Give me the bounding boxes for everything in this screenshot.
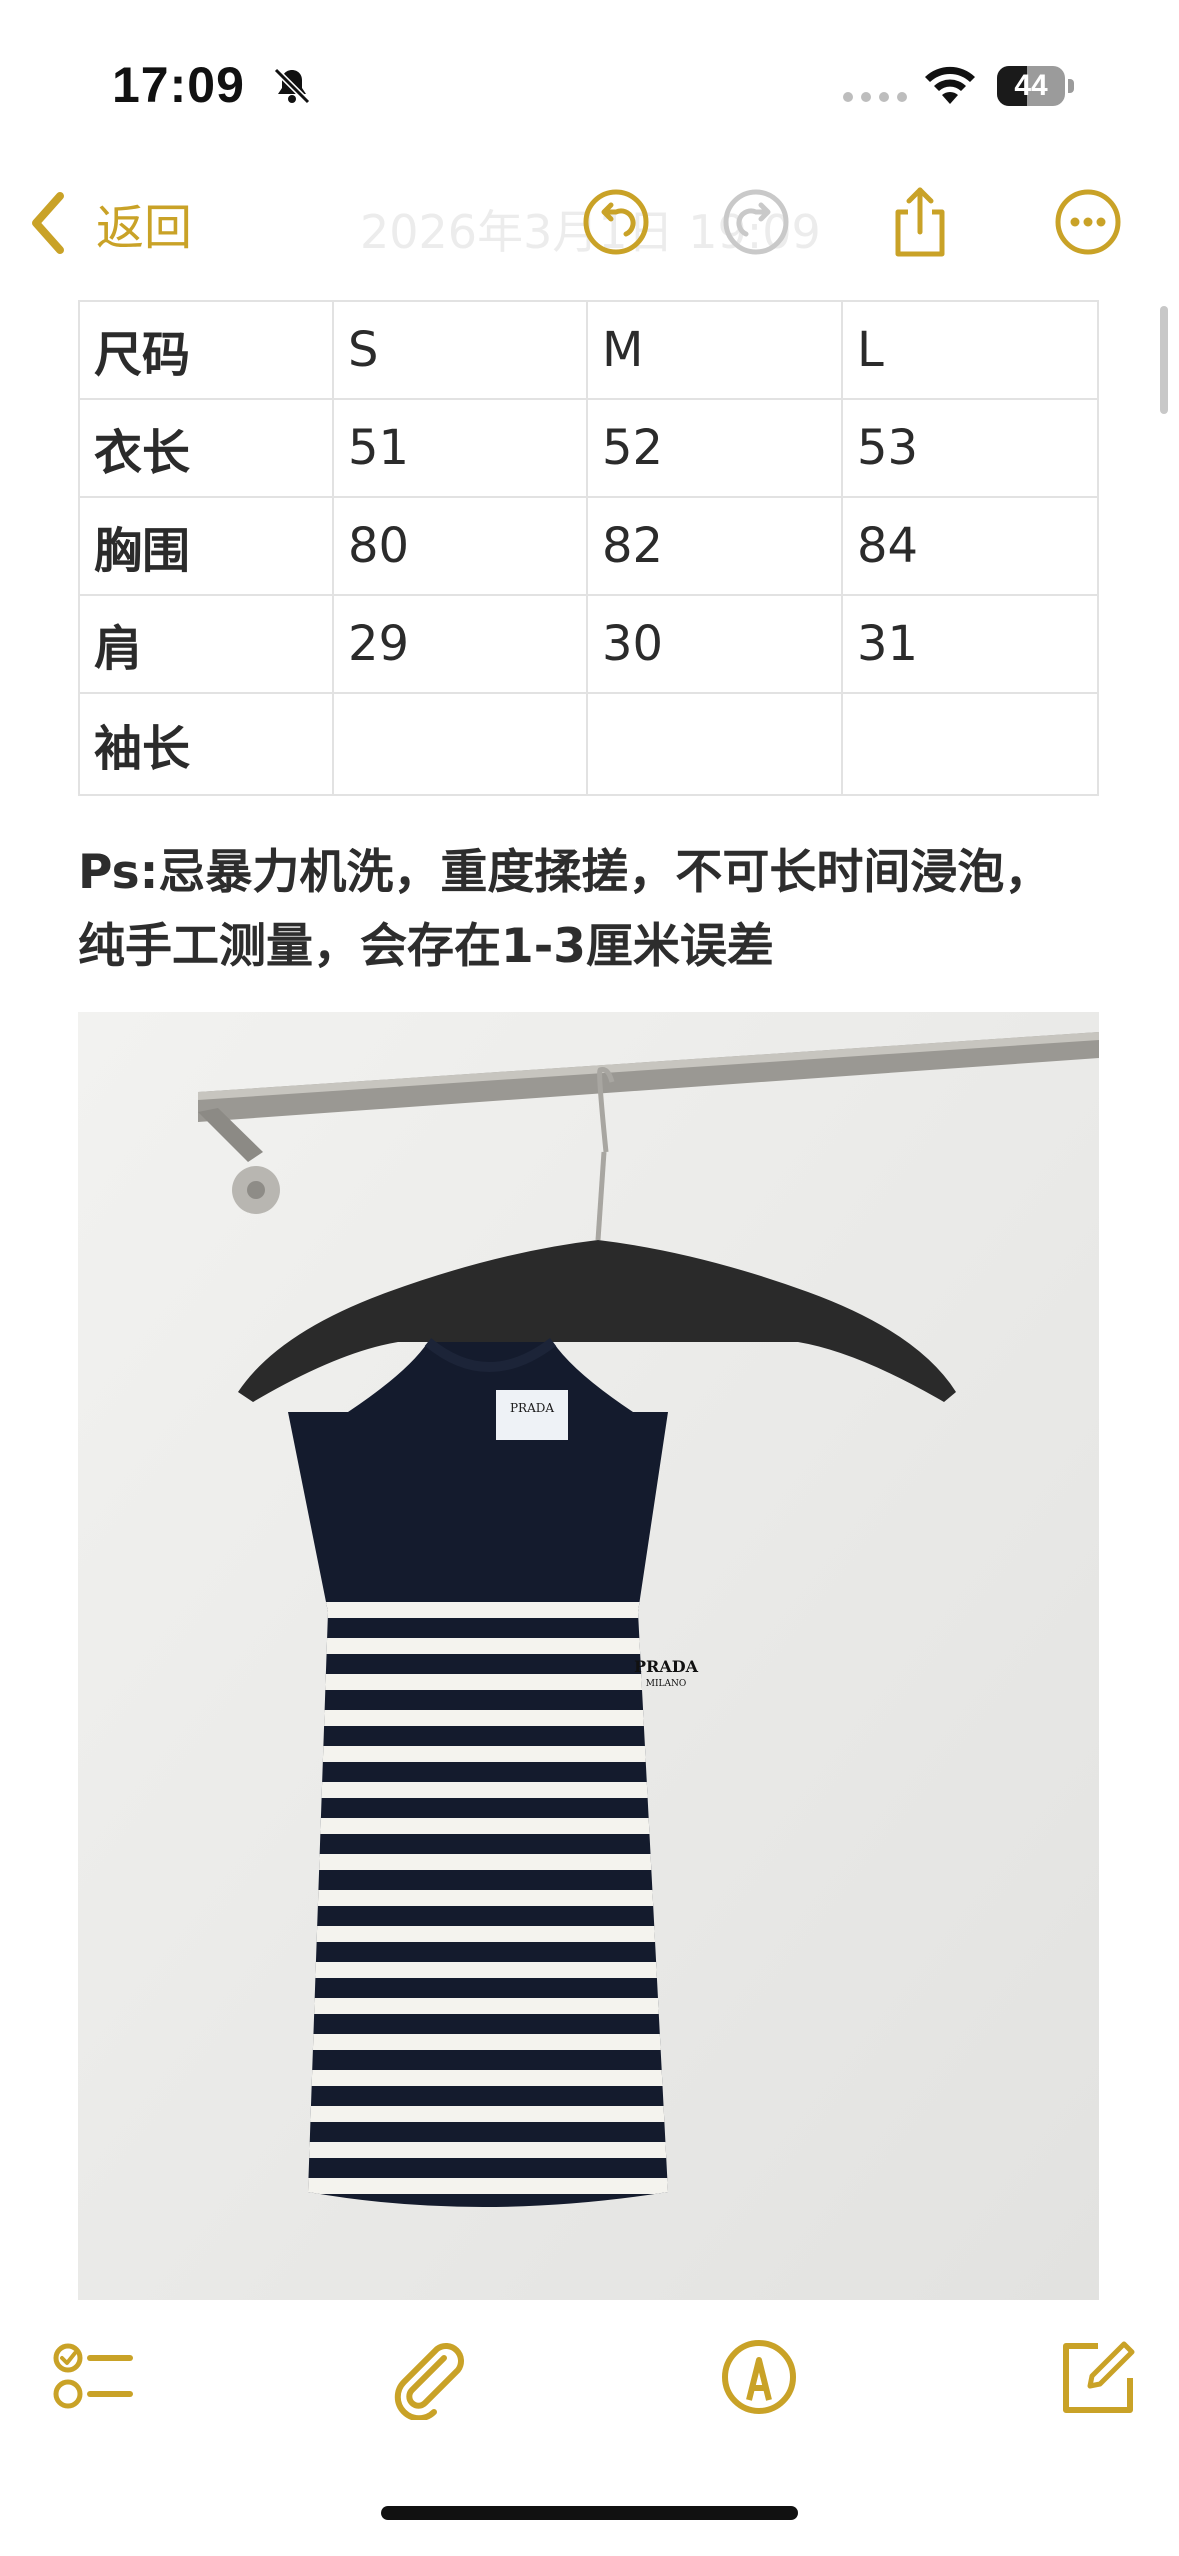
table-cell: 82 [586, 496, 843, 596]
care-note-line: Ps:忌暴力机洗，重度揉搓，不可长时间浸泡， [78, 845, 1052, 900]
stripe [288, 1962, 668, 1978]
table-row: 袖长 [78, 692, 1099, 796]
table-cell: 53 [841, 398, 1099, 498]
table-cell [332, 692, 588, 796]
size-table: 尺码 S M L 衣长 51 52 53 胸围 80 82 84 肩 29 30… [78, 300, 1099, 796]
stripe [288, 2178, 668, 2194]
attachment-icon[interactable] [386, 2334, 472, 2420]
table-header-cell: L [841, 300, 1099, 400]
table-cell: 29 [332, 594, 588, 694]
redo-icon[interactable] [716, 182, 796, 262]
markup-pen-icon[interactable] [716, 2334, 802, 2420]
row-label: 肩 [78, 594, 334, 694]
photo-sleeveless-striped-top: PRADA PRADA MILANO [78, 1012, 1099, 2300]
chevron-left-icon [32, 192, 64, 254]
stripe [288, 2034, 668, 2050]
more-icon[interactable] [1048, 182, 1128, 262]
table-cell: 31 [841, 594, 1099, 694]
stripe [288, 1746, 668, 1762]
stripe [288, 2106, 668, 2122]
table-row: 胸围 80 82 84 [78, 496, 1099, 596]
care-note-line: 纯手工测量，会存在1-3厘米误差 [78, 919, 774, 974]
table-cell [586, 692, 843, 796]
chest-logo-text: PRADA [634, 1657, 699, 1676]
table-cell: 84 [841, 496, 1099, 596]
table-cell [841, 692, 1099, 796]
table-header-cell: S [332, 300, 588, 400]
neck-label-text: PRADA [510, 1401, 554, 1415]
undo-icon[interactable] [576, 182, 656, 262]
battery-percentage: 44 [1014, 69, 1048, 102]
cellular-signal-icon [843, 92, 907, 102]
product-photo[interactable]: PRADA PRADA MILANO [78, 1012, 1099, 2300]
stripe [288, 1782, 668, 1798]
bell-slash-icon [273, 67, 311, 105]
wifi-icon [925, 66, 975, 104]
table-cell: 52 [586, 398, 843, 498]
back-label: 返回 [96, 200, 193, 256]
table-cell: 80 [332, 496, 588, 596]
stripe [288, 2142, 668, 2158]
status-time: 17:09 [112, 57, 245, 113]
table-row: 肩 29 30 31 [78, 594, 1099, 694]
table-cell: 51 [332, 398, 588, 498]
back-button[interactable]: 返回 [28, 188, 192, 258]
stripe [288, 2070, 668, 2086]
table-row: 衣长 51 52 53 [78, 398, 1099, 498]
stripe [288, 1854, 668, 1870]
compose-icon[interactable] [1054, 2334, 1140, 2420]
stripe [288, 1890, 668, 1906]
table-header-row: 尺码 S M L [78, 300, 1099, 400]
table-header-cell: 尺码 [78, 300, 334, 400]
battery-icon: 44 [997, 66, 1077, 106]
row-label: 胸围 [78, 496, 334, 596]
care-note: Ps:忌暴力机洗，重度揉搓，不可长时间浸泡， 纯手工测量，会存在1-3厘米误差 [78, 836, 1118, 984]
stripe [288, 1998, 668, 2014]
share-icon[interactable] [880, 182, 960, 262]
home-indicator[interactable] [381, 2506, 798, 2520]
table-cell: 30 [586, 594, 843, 694]
row-label: 衣长 [78, 398, 334, 498]
scrollbar[interactable] [1160, 306, 1168, 414]
stripe [288, 1818, 668, 1834]
row-label: 袖长 [78, 692, 334, 796]
chest-logo-subtext: MILANO [646, 1679, 687, 1689]
checklist-icon[interactable] [50, 2334, 136, 2420]
table-header-cell: M [586, 300, 843, 400]
stripe [288, 1926, 668, 1942]
